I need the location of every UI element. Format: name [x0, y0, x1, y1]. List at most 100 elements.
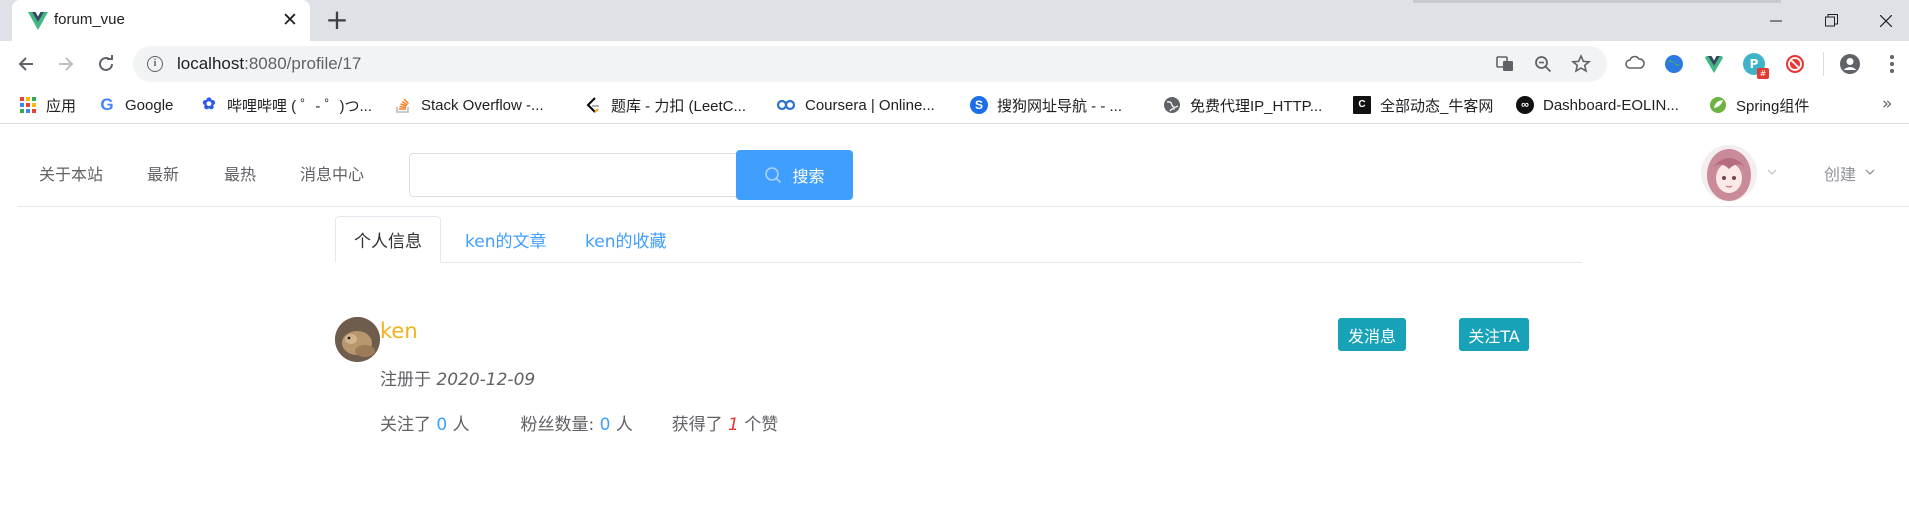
tab-profile-info[interactable]: 个人信息 — [335, 216, 441, 263]
reload-icon — [99, 55, 113, 71]
likes-label: 获得了 — [671, 415, 729, 435]
address-bar[interactable]: i localhost:8080/profile/17 — [133, 46, 1607, 82]
following-count[interactable]: 0 — [436, 415, 447, 435]
bookmark-item-apps[interactable]: 应用 — [19, 94, 76, 116]
kebab-menu-icon — [1890, 55, 1894, 73]
block-extension-icon[interactable] — [1784, 53, 1806, 75]
minimize-button[interactable] — [1753, 0, 1799, 41]
restore-icon — [1824, 14, 1838, 27]
user-avatar[interactable] — [1701, 145, 1757, 201]
search-input[interactable] — [409, 153, 737, 197]
zoom-icon[interactable] — [1533, 54, 1553, 74]
url-text[interactable]: localhost:8080/profile/17 — [177, 54, 361, 74]
likes-unit: 个赞 — [738, 415, 779, 435]
create-menu[interactable]: 创建 — [1824, 161, 1856, 185]
bookmark-item-proxy[interactable]: 免费代理IP_HTTP... — [1163, 94, 1322, 116]
back-button[interactable] — [10, 48, 42, 80]
registration-info: 注册于 2020-12-09 — [380, 365, 535, 390]
extension-badge: # — [1757, 68, 1769, 79]
bookmark-item-stackoverflow[interactable]: Stack Overflow -... — [394, 94, 544, 116]
bookmark-item-spring[interactable]: Spring组件 — [1709, 94, 1809, 116]
close-tab-icon[interactable]: ✕ — [278, 8, 302, 32]
site-info-icon[interactable]: i — [147, 56, 163, 72]
eolinker-icon: ∞ — [1516, 96, 1534, 114]
vue-logo-icon — [28, 12, 48, 30]
star-icon — [1571, 54, 1591, 73]
profile-avatar — [335, 317, 380, 362]
vue-devtools-icon[interactable] — [1703, 53, 1725, 75]
minimize-icon — [1770, 20, 1782, 21]
bookmark-label: Spring组件 — [1736, 97, 1810, 115]
avatar-dropdown-chevron-icon[interactable] — [1766, 166, 1778, 178]
following-unit: 人 — [447, 415, 470, 435]
cloud-extension-icon[interactable] — [1624, 53, 1646, 75]
close-icon — [1880, 14, 1892, 27]
bookmark-label: 全部动态_牛客网 — [1380, 97, 1494, 115]
bookmark-item-nowcoder[interactable]: C 全部动态_牛客网 — [1353, 94, 1493, 116]
bookmark-label: 应用 — [46, 97, 77, 115]
bookmarks-bar: 应用 G Google ✿ 哔哩哔哩 ( ゜- ゜)つ... Stack Ove… — [0, 87, 1909, 124]
bookmark-label: 免费代理IP_HTTP... — [1190, 97, 1323, 115]
back-arrow-icon — [18, 57, 33, 71]
bookmark-label: Google — [125, 96, 174, 114]
search-button-label: 搜索 — [792, 167, 825, 186]
bookmark-label: Stack Overflow -... — [421, 96, 544, 114]
browser-tab[interactable]: forum_vue ✕ — [12, 0, 310, 41]
bookmark-item-google[interactable]: G Google — [98, 94, 173, 116]
likes-count: 1 — [728, 415, 739, 435]
dog-photo-image — [335, 317, 380, 362]
tab-favorites[interactable]: ken的收藏 — [567, 216, 684, 262]
send-message-button[interactable]: 发消息 — [1338, 318, 1406, 351]
browser-toolbar: i localhost:8080/profile/17 P # — [0, 41, 1909, 87]
header-divider — [17, 206, 1909, 207]
tab-strip-overlay — [1413, 0, 1781, 3]
more-bookmarks-button[interactable]: » — [1882, 94, 1892, 114]
bookmark-label: 题库 - 力扣 (LeetC... — [611, 97, 747, 115]
follow-button[interactable]: 关注TA — [1459, 318, 1529, 351]
profile-account-icon[interactable] — [1839, 53, 1861, 75]
browser-tab-strip: forum_vue ✕ + — [0, 0, 1909, 41]
leetcode-icon — [586, 97, 599, 113]
apps-grid-icon — [20, 97, 36, 113]
bookmark-item-sogou[interactable]: S 搜狗网址导航 - - ... — [970, 94, 1122, 116]
forward-button[interactable] — [50, 48, 82, 80]
globe-extension-icon[interactable] — [1663, 53, 1685, 75]
reload-button[interactable] — [90, 48, 122, 80]
new-tab-button[interactable]: + — [322, 6, 352, 36]
anime-avatar-image — [1701, 145, 1757, 201]
fans-label: 粉丝数量: — [520, 415, 600, 435]
bookmark-item-coursera[interactable]: Coursera | Online... — [776, 94, 935, 116]
registration-date: 2020-12-09 — [436, 370, 536, 390]
url-path: :8080/profile/17 — [244, 54, 362, 73]
coursera-icon — [776, 99, 796, 111]
bookmark-item-eolinker[interactable]: ∞ Dashboard-EOLIN... — [1516, 94, 1679, 116]
search-icon — [765, 167, 782, 184]
bookmark-star-icon[interactable] — [1571, 54, 1591, 74]
close-window-button[interactable] — [1863, 0, 1909, 41]
bookmark-label: Coursera | Online... — [805, 96, 935, 114]
translate-glyph-icon — [1496, 56, 1513, 71]
create-dropdown-chevron-icon[interactable] — [1864, 166, 1876, 178]
bookmark-item-bilibili[interactable]: ✿ 哔哩哔哩 ( ゜- ゜)つ... — [200, 94, 372, 116]
registration-label: 注册于 — [380, 370, 437, 390]
tab-articles[interactable]: ken的文章 — [447, 216, 564, 262]
restore-button[interactable] — [1808, 0, 1854, 41]
baidu-paw-icon: ✿ — [202, 96, 216, 113]
forward-arrow-icon — [59, 57, 74, 71]
translate-icon[interactable] — [1495, 54, 1515, 74]
fans-count[interactable]: 0 — [600, 415, 611, 435]
nav-latest[interactable]: 最新 — [147, 161, 179, 185]
nav-message-center[interactable]: 消息中心 — [300, 161, 364, 185]
search-button[interactable]: 搜索 — [736, 150, 853, 200]
nav-hottest[interactable]: 最热 — [224, 161, 256, 185]
bookmark-label: 哔哩哔哩 ( ゜- ゜)つ... — [227, 97, 372, 115]
profile-username[interactable]: ken — [380, 319, 418, 343]
toolbar-divider — [1823, 52, 1824, 76]
following-label: 关注了 — [380, 415, 437, 435]
globe-icon — [1164, 97, 1180, 113]
profile-stats: 关注了 0 人 粉丝数量: 0 人 获得了 1 个赞 — [380, 410, 778, 435]
chrome-menu-button[interactable] — [1890, 53, 1894, 75]
bookmark-item-leetcode[interactable]: 题库 - 力扣 (LeetC... — [584, 94, 746, 116]
bookmark-label: 搜狗网址导航 - - ... — [997, 97, 1122, 115]
nav-about[interactable]: 关于本站 — [39, 161, 103, 185]
